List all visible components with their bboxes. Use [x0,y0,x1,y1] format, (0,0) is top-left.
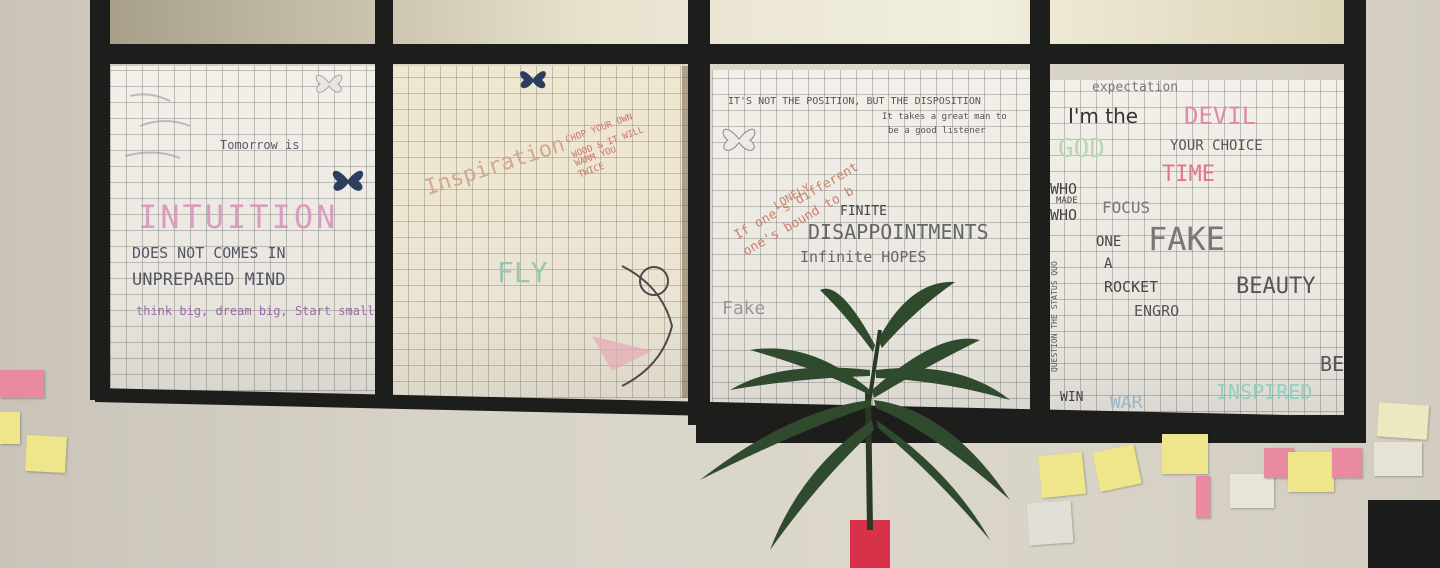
sticky-note [25,434,67,474]
pane-4-text-19: WIN [1060,390,1084,405]
potted-plant [700,281,1010,568]
pane-4-text-10: FOCUS [1102,198,1151,217]
pane-4-text-8: MADE [1056,196,1078,206]
pane-4-text-14: ROCKET [1104,278,1159,296]
pane-3-text-7: FINITE [840,204,887,219]
pane-4-text-18: INSPIRED [1216,380,1313,404]
pane-4-text-11: FAKE [1148,220,1226,258]
pane-4-text-13: A [1104,256,1113,272]
pane-3-text-1: IT'S NOT THE POSITION, BUT THE DISPOSITI… [728,96,981,107]
frame-post-4 [1030,0,1050,438]
sticky-note [1288,452,1334,492]
sticky-note [1196,476,1210,518]
frame-left-post [90,0,110,400]
pane-3-text-9: Infinite HOPES [800,248,927,266]
pane-4-text-4: GOD [1058,134,1105,164]
pane-2-text-6: FLY [497,256,548,289]
butterfly-icon [315,74,343,93]
pane-3-text-3: be a good listener [888,126,986,136]
monitor-corner [1368,500,1440,568]
pane-4-text-3: DEVIL [1184,102,1257,130]
sticky-note [1162,434,1208,474]
sticky-note [1376,402,1430,440]
sticky-note [1332,448,1362,478]
ceiling-area [90,0,1365,48]
pane-4-text-17: BE [1320,352,1345,376]
pane-3-text-8: DISAPPOINTMENTS [808,220,989,244]
pane-1-text-3: DOES NOT COMES IN [132,244,286,262]
pane-4-text-15: BEAUTY [1236,274,1316,299]
window-pane-1: Tomorrow is INTUITION DOES NOT COMES IN … [110,66,375,391]
frame-top-rail [90,44,1365,64]
pane-4-text-12: ONE [1096,234,1122,250]
pane-4-text-2: I'm the [1068,104,1139,128]
sticky-note [1092,444,1142,492]
office-window-photo: Tomorrow is INTUITION DOES NOT COMES IN … [0,0,1440,568]
butterfly-icon [332,170,364,191]
pane-4-text-1: expectation [1092,80,1179,95]
pane-1-text-1: Tomorrow is [220,138,300,152]
sticky-note [0,370,44,398]
pane-1-text-2: INTUITION [138,198,339,236]
sticky-note [1026,500,1074,546]
pane-4-text-9: WHO [1050,206,1078,224]
pane-4-text-20: WAR [1110,392,1143,413]
window-pane-4: expectation I'm the DEVIL GOD YOUR CHOIC… [1048,80,1346,428]
window-pane-2: Inspiration CHOP YOUR OWN WOOD & IT WILL… [392,66,688,398]
pane-4-text-16: ENGRO [1134,302,1180,320]
sticky-note [0,412,20,444]
pane-4-text-21: QUESTION THE STATUS QUO [1050,261,1059,372]
butterfly-icon [722,128,756,151]
sticky-note [1037,451,1087,499]
sticky-note [1374,442,1422,476]
pane-4-text-6: TIME [1162,162,1215,187]
pane-4-text-5: YOUR CHOICE [1170,138,1263,154]
butterfly-icon [520,71,546,89]
frame-post-2 [375,0,393,408]
pane-1-text-5: think big, dream big, Start small [136,304,375,318]
frame-right-post [1344,0,1366,442]
pane-1-text-4: UNPREPARED MIND [132,270,286,290]
sticky-note [1230,474,1274,508]
pane-3-text-2: It takes a great man to [882,112,1007,122]
pane-2-drawings [592,66,688,398]
